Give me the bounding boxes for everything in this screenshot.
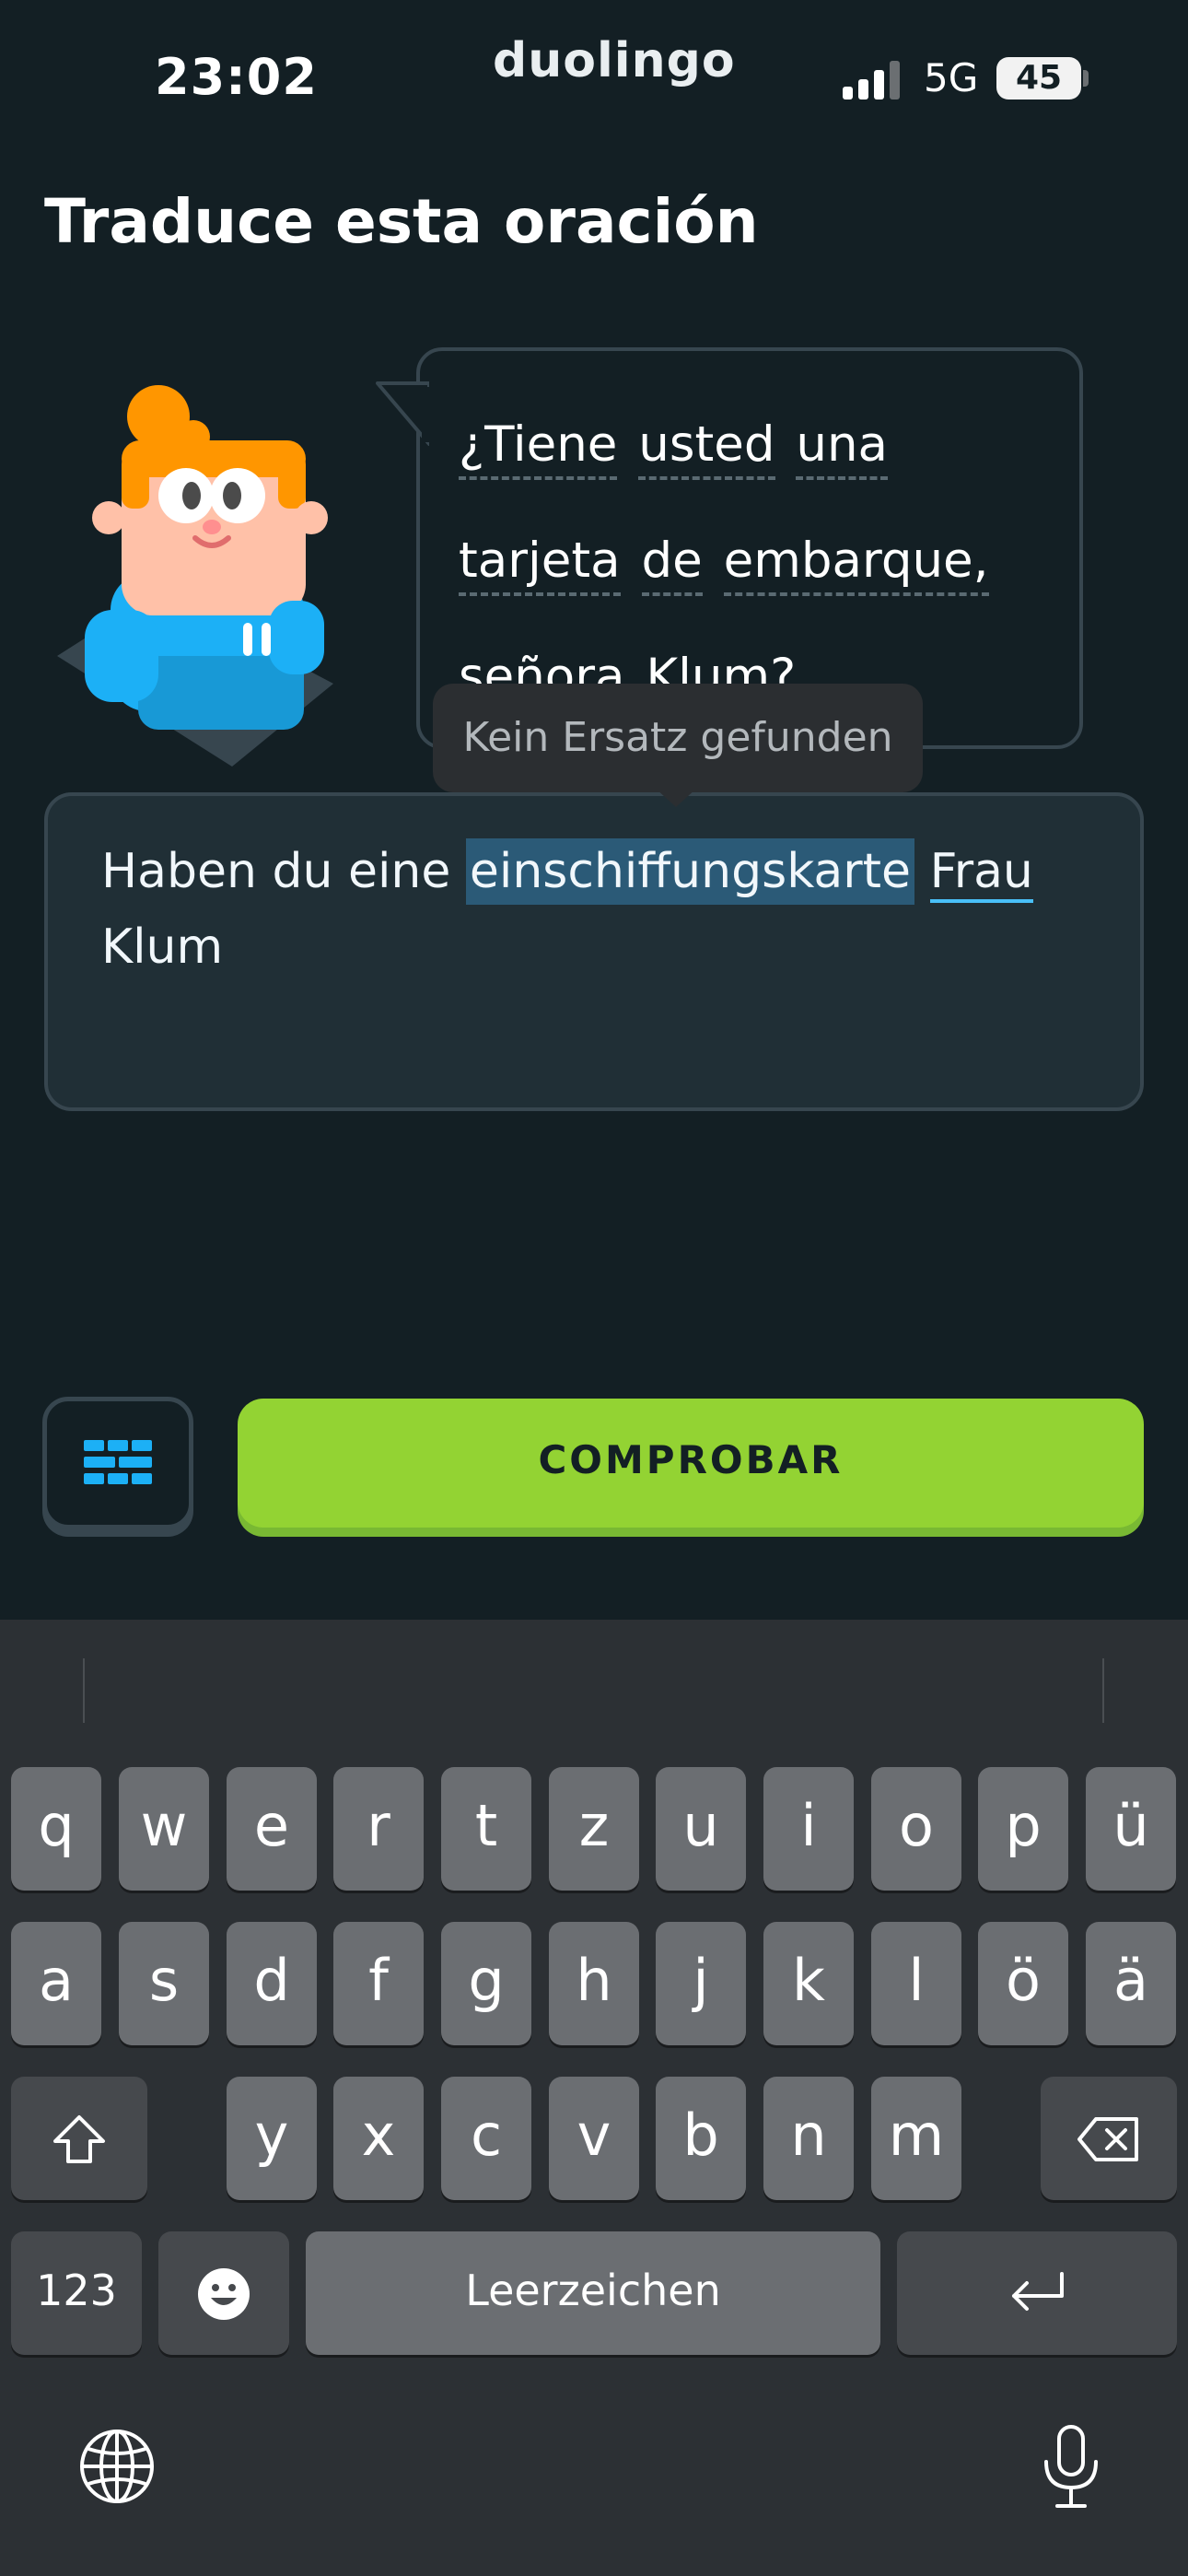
battery-icon: 45 <box>996 57 1081 100</box>
prompt-word[interactable]: de <box>641 533 703 596</box>
numbers-key[interactable]: 123 <box>11 2231 142 2355</box>
key-i[interactable]: i <box>763 1767 854 1891</box>
key-f[interactable]: f <box>333 1922 424 2045</box>
check-button[interactable]: COMPROBAR <box>238 1399 1144 1528</box>
prompt-word[interactable]: usted <box>638 417 775 480</box>
backspace-key[interactable] <box>1041 2077 1177 2200</box>
signal-icon <box>843 61 900 100</box>
prompt-word[interactable]: ¿Tiene <box>459 417 618 480</box>
key-e[interactable]: e <box>227 1767 317 1891</box>
backspace-icon <box>1077 2116 1138 2161</box>
return-key[interactable] <box>897 2231 1177 2355</box>
key-d[interactable]: d <box>227 1922 317 2045</box>
key-o-umlaut[interactable]: ö <box>978 1922 1068 2045</box>
key-l[interactable]: l <box>871 1922 961 2045</box>
key-n[interactable]: n <box>763 2077 854 2200</box>
tooltip-arrow <box>656 789 696 807</box>
key-o[interactable]: o <box>871 1767 961 1891</box>
shift-key[interactable] <box>11 2077 147 2200</box>
prompt-word[interactable]: tarjeta <box>459 533 621 596</box>
key-y[interactable]: y <box>227 2077 317 2200</box>
globe-icon[interactable] <box>77 2427 157 2506</box>
character-illustration <box>57 385 333 767</box>
key-j[interactable]: j <box>656 1922 746 2045</box>
key-v[interactable]: v <box>549 2077 639 2200</box>
key-a-umlaut[interactable]: ä <box>1086 1922 1176 2045</box>
word-bank-icon <box>84 1440 152 1484</box>
key-p[interactable]: p <box>978 1767 1068 1891</box>
key-a[interactable]: a <box>11 1922 101 2045</box>
suggestion-divider <box>83 1658 85 1723</box>
speech-bubble-tail <box>376 381 429 446</box>
key-t[interactable]: t <box>441 1767 531 1891</box>
key-u[interactable]: u <box>656 1767 746 1891</box>
suggestion-divider <box>1102 1658 1104 1723</box>
key-h[interactable]: h <box>549 1922 639 2045</box>
key-s[interactable]: s <box>119 1922 209 2045</box>
answer-text-end: Klum <box>101 919 224 975</box>
app-logo: duolingo <box>493 33 736 88</box>
emoji-key[interactable] <box>158 2231 289 2355</box>
answer-text-start: Haben du eine <box>101 844 466 899</box>
network-type: 5G <box>924 55 979 100</box>
prompt-word[interactable]: una <box>796 417 889 480</box>
return-icon <box>1012 2271 1064 2311</box>
replace-tooltip[interactable]: Kein Ersatz gefunden <box>433 684 923 792</box>
page-title: Traduce esta oración <box>44 186 759 257</box>
key-r[interactable]: r <box>333 1767 424 1891</box>
key-k[interactable]: k <box>763 1922 854 2045</box>
space-key[interactable]: Leerzeichen <box>306 2231 880 2355</box>
key-q[interactable]: q <box>11 1767 101 1891</box>
selected-word[interactable]: einschiffungskarte <box>465 838 915 905</box>
shift-icon <box>53 2114 105 2163</box>
autocorrect-word[interactable]: Frau <box>929 844 1033 903</box>
key-z[interactable]: z <box>549 1767 639 1891</box>
key-u-umlaut[interactable]: ü <box>1086 1767 1176 1891</box>
emoji-icon <box>198 2267 250 2320</box>
key-g[interactable]: g <box>441 1922 531 2045</box>
key-w[interactable]: w <box>119 1767 209 1891</box>
prompt-word[interactable]: embarque, <box>723 533 989 596</box>
status-time: 23:02 <box>155 48 318 106</box>
key-b[interactable]: b <box>656 2077 746 2200</box>
microphone-icon[interactable] <box>1039 2423 1103 2512</box>
key-c[interactable]: c <box>441 2077 531 2200</box>
key-m[interactable]: m <box>871 2077 961 2200</box>
key-x[interactable]: x <box>333 2077 424 2200</box>
answer-text[interactable]: Haben du eine einschiffungskarte Frau Klu… <box>101 834 1096 985</box>
battery-tip <box>1083 70 1089 87</box>
word-bank-toggle-button[interactable] <box>42 1397 193 1529</box>
